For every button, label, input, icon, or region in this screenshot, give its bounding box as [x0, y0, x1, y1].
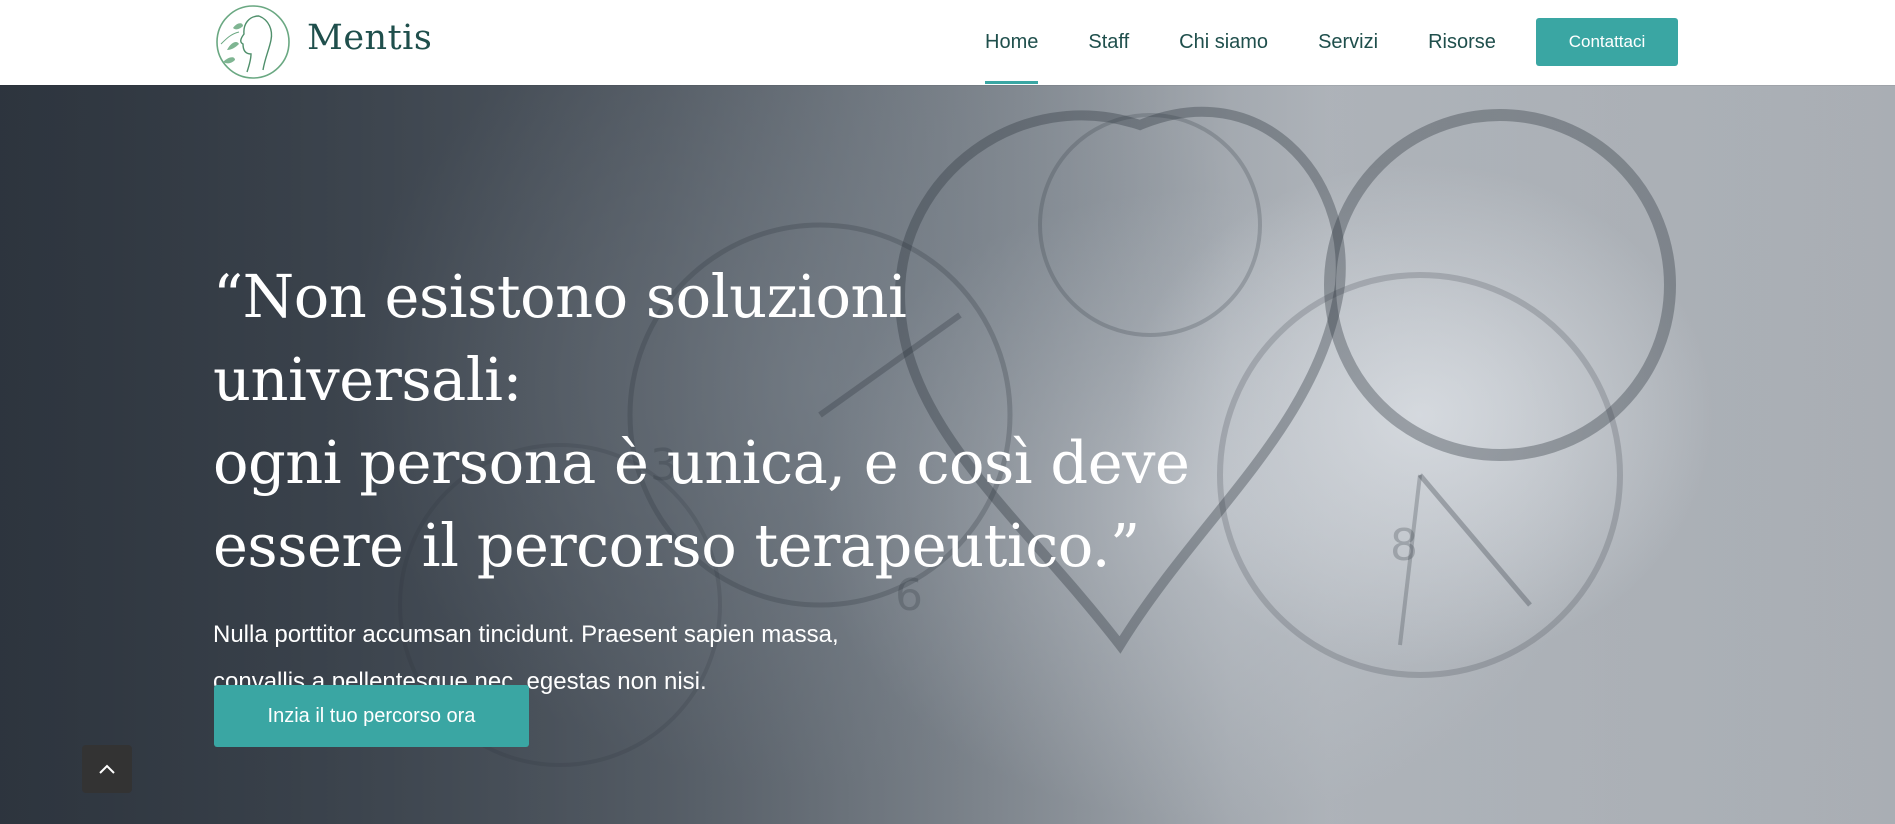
hero-section: 6 8 3 “Non esistono soluzioni universali…: [0, 85, 1895, 824]
main-nav: Home Staff Chi siamo Servizi Risorse: [960, 0, 1521, 85]
contact-button[interactable]: Contattaci: [1536, 18, 1678, 66]
hero-content: “Non esistono soluzioni universali: ogni…: [213, 255, 1213, 705]
brand-name: Mentis: [307, 18, 433, 58]
hero-quote: “Non esistono soluzioni universali: ogni…: [213, 255, 1213, 587]
start-journey-button[interactable]: Inzia il tuo percorso ora: [214, 685, 529, 747]
page: Mentis Home Staff Chi siamo Servizi Riso…: [0, 0, 1895, 824]
nav-item-staff[interactable]: Staff: [1063, 0, 1154, 85]
nav-item-servizi[interactable]: Servizi: [1293, 0, 1403, 85]
hero-quote-line: ogni persona è unica, e così deve: [213, 428, 1190, 497]
nav-item-home[interactable]: Home: [960, 0, 1063, 85]
site-header: Mentis Home Staff Chi siamo Servizi Riso…: [0, 0, 1895, 85]
chevron-up-icon: [99, 764, 115, 774]
nav-item-chi-siamo[interactable]: Chi siamo: [1154, 0, 1293, 85]
scroll-to-top-button[interactable]: [82, 745, 132, 793]
site-logo[interactable]: Mentis: [213, 4, 432, 80]
nav-item-risorse[interactable]: Risorse: [1403, 0, 1521, 85]
hero-quote-line: “Non esistono soluzioni universali:: [213, 262, 907, 414]
hero-quote-line: essere il percorso terapeutico.”: [213, 511, 1140, 580]
leafy-profile-logo-icon: [216, 5, 290, 79]
hero-description-line: Nulla porttitor accumsan tincidunt. Prae…: [213, 621, 839, 648]
